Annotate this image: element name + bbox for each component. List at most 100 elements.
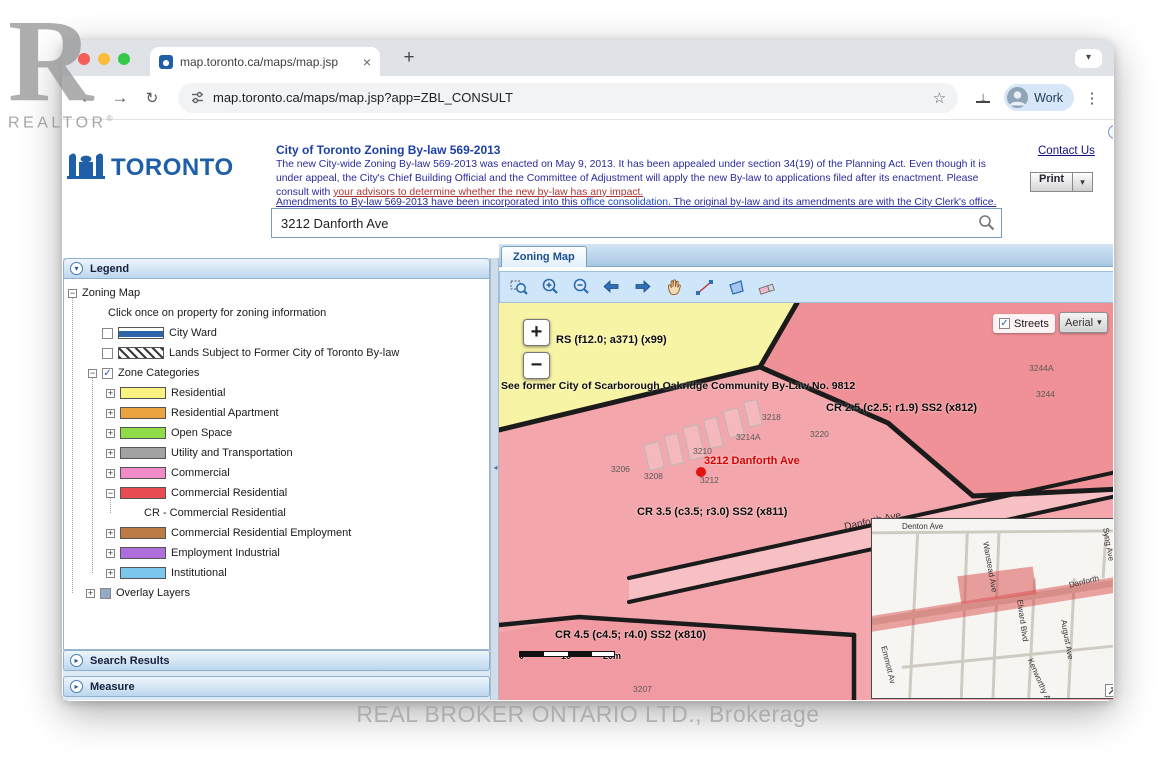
category-label: CR - Commercial Residential xyxy=(144,507,286,519)
tab-close-icon[interactable]: × xyxy=(363,54,371,70)
zoom-in-button[interactable] xyxy=(537,275,562,300)
category-swatch xyxy=(120,427,166,439)
bookmark-star-icon[interactable]: ☆ xyxy=(933,89,946,107)
browser-window: map.toronto.ca/maps/map.jsp × + ▾ ← → ↻ … xyxy=(62,40,1114,701)
map-zoom-in-button[interactable]: + xyxy=(523,319,550,346)
search-icon[interactable] xyxy=(978,214,995,231)
category-cr-child[interactable]: CR - Commercial Residential xyxy=(144,505,286,521)
toronto-logo[interactable]: TORONTO xyxy=(65,142,234,180)
collapse-node-icon[interactable]: − xyxy=(68,289,77,298)
legend-header[interactable]: ▾ Legend xyxy=(63,258,490,279)
collapse-node-icon[interactable]: − xyxy=(88,369,97,378)
new-tab-button[interactable]: + xyxy=(396,45,422,71)
category-label: Utility and Transportation xyxy=(171,447,293,459)
layer-label: Overlay Layers xyxy=(116,587,190,599)
expand-node-icon[interactable]: + xyxy=(106,529,115,538)
city-ward-checkbox[interactable] xyxy=(102,328,113,339)
browser-tab[interactable]: map.toronto.ca/maps/map.jsp × xyxy=(150,47,380,76)
zoom-window-button[interactable] xyxy=(506,275,531,300)
tree-node-zoning-map[interactable]: − Zoning Map xyxy=(68,285,140,301)
panel-splitter[interactable]: ◂ xyxy=(490,258,499,700)
window-close-button[interactable] xyxy=(78,53,90,65)
layer-city-ward[interactable]: City Ward xyxy=(102,325,217,341)
map-scale-bar: 0 10 20m xyxy=(519,651,631,673)
expand-node-icon[interactable]: + xyxy=(106,569,115,578)
map-panel: Zoning Map xyxy=(499,244,1113,700)
layer-zone-categories[interactable]: − ✓ Zone Categories xyxy=(88,365,199,381)
pan-button[interactable] xyxy=(661,275,686,300)
zone-categories-checkbox[interactable]: ✓ xyxy=(102,368,113,379)
category-commercial-residential[interactable]: − Commercial Residential xyxy=(106,485,287,501)
collapse-node-icon[interactable]: − xyxy=(106,489,115,498)
tab-list-chevron-icon[interactable]: ▾ xyxy=(1075,49,1102,68)
site-info-icon[interactable] xyxy=(190,90,205,105)
forward-button[interactable]: → xyxy=(106,88,134,108)
tab-title: map.toronto.ca/maps/map.jsp xyxy=(180,55,356,69)
category-commercial[interactable]: + Commercial xyxy=(106,465,230,481)
map-canvas[interactable]: RS (f12.0; a371) (x99) See former City o… xyxy=(499,303,1113,700)
category-label: Commercial Residential xyxy=(171,487,287,499)
aerial-button[interactable]: Aerial ▾ xyxy=(1059,312,1108,333)
category-open-space[interactable]: + Open Space xyxy=(106,425,232,441)
address-bar[interactable]: map.toronto.ca/maps/map.jsp?app=ZBL_CONS… xyxy=(178,83,958,113)
legend-hint: Click once on property for zoning inform… xyxy=(108,305,326,321)
print-button[interactable]: Print xyxy=(1030,172,1073,192)
legend-toggle-icon[interactable]: ▾ xyxy=(70,262,83,275)
measure-toggle-icon[interactable]: ▸ xyxy=(70,680,83,693)
lands-checkbox[interactable] xyxy=(102,348,113,359)
downloads-icon[interactable]: ↓ xyxy=(970,89,996,106)
expand-node-icon[interactable]: + xyxy=(86,589,95,598)
print-dropdown-icon[interactable]: ▾ xyxy=(1073,172,1093,192)
expand-node-icon[interactable]: + xyxy=(106,449,115,458)
parcel-label: 3212 xyxy=(700,475,719,485)
expand-node-icon[interactable]: + xyxy=(106,409,115,418)
expand-node-icon[interactable]: + xyxy=(106,389,115,398)
window-minimize-button[interactable] xyxy=(98,53,110,65)
layer-overlay-layers[interactable]: + Overlay Layers xyxy=(86,585,190,601)
measure-panel-header[interactable]: ▸ Measure xyxy=(63,676,490,697)
layer-lands-subject[interactable]: Lands Subject to Former City of Toronto … xyxy=(102,345,399,361)
category-residential-apartment[interactable]: + Residential Apartment xyxy=(106,405,279,421)
overview-inset-map[interactable]: Denton Ave Wanstead Ave Danforth Elward … xyxy=(871,518,1113,699)
reload-button[interactable]: ↻ xyxy=(138,89,166,107)
measure-area-button[interactable] xyxy=(723,275,748,300)
category-commercial-residential-employment[interactable]: + Commercial Residential Employment xyxy=(106,525,351,541)
clear-graphics-button[interactable] xyxy=(754,275,779,300)
category-residential[interactable]: + Residential xyxy=(106,385,225,401)
next-extent-button[interactable] xyxy=(630,275,655,300)
parcel-label: 3206 xyxy=(611,464,630,474)
browser-menu-icon[interactable]: ⋮ xyxy=(1082,89,1102,107)
profile-chip[interactable]: Work xyxy=(1004,84,1074,111)
aerial-dropdown-icon: ▾ xyxy=(1097,317,1102,328)
zoom-out-button[interactable] xyxy=(568,275,593,300)
legend-tree: − Zoning Map Click once on property for … xyxy=(63,279,490,650)
map-zoom-out-button[interactable]: − xyxy=(523,352,550,379)
expand-node-icon[interactable]: + xyxy=(106,469,115,478)
category-institutional[interactable]: + Institutional xyxy=(106,565,227,581)
measure-distance-button[interactable] xyxy=(692,275,717,300)
category-label: Residential xyxy=(171,387,225,399)
category-utility-transportation[interactable]: + Utility and Transportation xyxy=(106,445,293,461)
url-text[interactable]: map.toronto.ca/maps/map.jsp?app=ZBL_CONS… xyxy=(213,90,925,105)
tab-zoning-map[interactable]: Zoning Map xyxy=(501,246,587,267)
previous-extent-button[interactable] xyxy=(599,275,624,300)
category-swatch xyxy=(120,547,166,559)
expand-node-icon[interactable]: + xyxy=(106,429,115,438)
search-results-toggle-icon[interactable]: ▸ xyxy=(70,654,83,667)
streets-label: Streets xyxy=(1014,318,1049,330)
window-zoom-button[interactable] xyxy=(118,53,130,65)
contact-us-link[interactable]: Contact Us xyxy=(1038,145,1095,157)
collapse-header-button[interactable]: ▴ xyxy=(1108,125,1113,139)
search-input[interactable] xyxy=(271,208,1002,238)
bylaw-impact-link[interactable]: your advisors to determine whether the n… xyxy=(333,187,643,198)
streets-toggle[interactable]: ✓ Streets xyxy=(993,314,1055,333)
category-employment-industrial[interactable]: + Employment Industrial xyxy=(106,545,280,561)
overlay-layers-checkbox[interactable] xyxy=(100,588,111,599)
back-button[interactable]: ← xyxy=(74,88,102,108)
amendments-text: Amendments to By-law 569-2013 have been … xyxy=(276,197,578,208)
streets-checkbox[interactable]: ✓ xyxy=(999,318,1010,329)
inset-toggle-button[interactable] xyxy=(1105,684,1113,697)
office-consolidation-link[interactable]: office consolidation xyxy=(581,197,668,208)
expand-node-icon[interactable]: + xyxy=(106,549,115,558)
search-results-panel-header[interactable]: ▸ Search Results xyxy=(63,650,490,671)
